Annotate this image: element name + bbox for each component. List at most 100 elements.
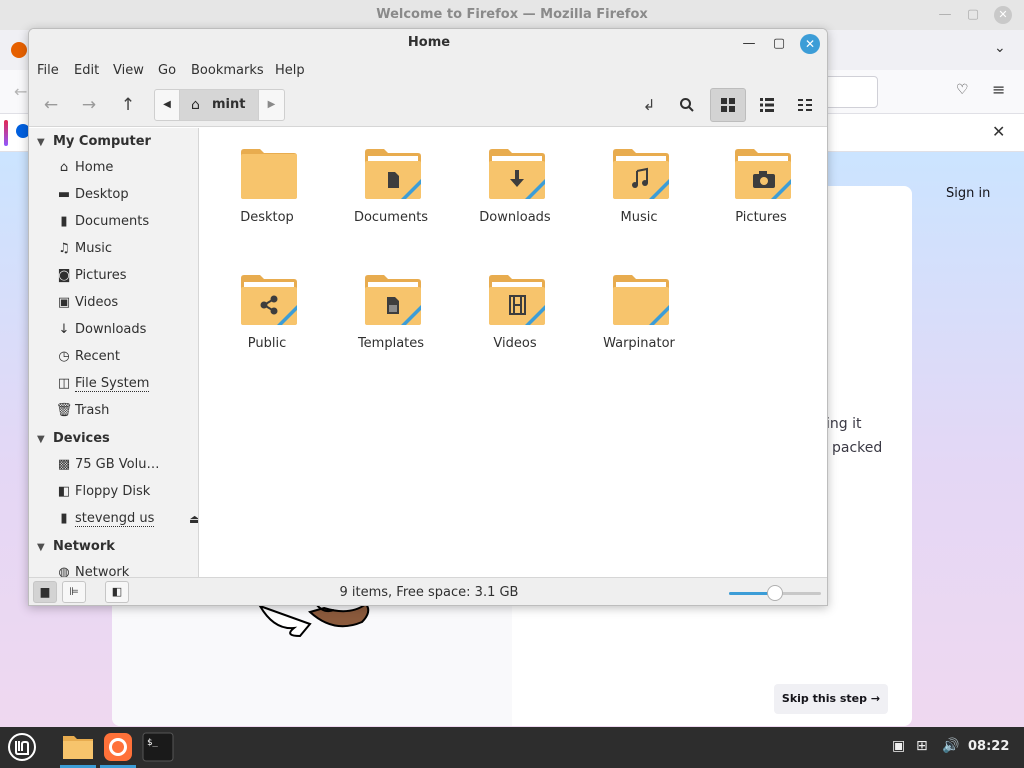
chevron-down-icon[interactable]: ⌄ (994, 40, 1006, 56)
icon-view-icon[interactable] (710, 88, 746, 122)
firefox-minimize-button[interactable]: — (936, 6, 954, 24)
camera-icon: ◙ (57, 268, 71, 283)
menu-edit[interactable]: Edit (74, 63, 99, 78)
breadcrumb-segment-mint[interactable]: ⌂ mint (180, 90, 258, 120)
folder-documents[interactable]: Documents (330, 128, 452, 248)
desktop-icon: ▬ (57, 187, 71, 202)
folder-music[interactable]: Music (578, 128, 700, 248)
sidebar-section-my-computer[interactable]: ▼ My Computer (37, 134, 151, 149)
sidebar-item-floppy-disk[interactable]: ◧ Floppy Disk (53, 480, 198, 504)
volume-icon[interactable]: 🔊 (942, 738, 959, 754)
sidebar-item-recent[interactable]: ◷ Recent (53, 345, 198, 369)
firefox-close-button[interactable]: ✕ (994, 6, 1012, 24)
network-icon[interactable]: ⊞ (916, 738, 928, 754)
folder-label: Pictures (735, 210, 787, 225)
home-icon: ⌂ (191, 97, 200, 113)
sidebar-section-network[interactable]: ▼ Network (37, 539, 115, 554)
chevron-down-icon: ▼ (37, 434, 45, 445)
pocket-icon[interactable]: ♡ (956, 82, 969, 98)
folder-label: Videos (493, 336, 537, 351)
sidebar-item-label: Trash (75, 403, 110, 418)
sidebar-item-label: Recent (75, 349, 120, 364)
sidebar-item-music[interactable]: ♫ Music (53, 237, 198, 261)
folder-desktop[interactable]: Desktop (206, 128, 328, 248)
breadcrumb-scroll-right-icon[interactable]: ▶ (258, 90, 284, 120)
minimize-button[interactable]: — (739, 34, 759, 54)
menu-view[interactable]: View (113, 63, 144, 78)
taskbar-files-app[interactable] (60, 727, 96, 768)
zoom-slider-handle[interactable] (767, 585, 783, 601)
sidebar-item-videos[interactable]: ▣ Videos (53, 291, 198, 315)
folder-public-icon (241, 275, 297, 325)
folder-templates-icon (365, 275, 421, 325)
sidebar-item-file-system[interactable]: ◫ File System (53, 372, 198, 396)
skip-step-button[interactable]: Skip this step → (774, 684, 888, 714)
toggle-sidebar-icon[interactable]: ◧ (105, 581, 129, 603)
eject-icon[interactable]: ⏏ (189, 507, 198, 531)
sidebar-item-label: Desktop (75, 187, 129, 202)
sidebar-item-pictures[interactable]: ◙ Pictures (53, 264, 198, 288)
zoom-slider[interactable] (729, 585, 821, 601)
clock[interactable]: 08:22 (968, 739, 1009, 754)
menu-bookmarks[interactable]: Bookmarks (191, 63, 264, 78)
close-button[interactable]: ✕ (800, 34, 820, 54)
menu-go[interactable]: Go (158, 63, 176, 78)
search-icon[interactable] (671, 89, 703, 121)
list-view-icon[interactable] (751, 89, 783, 121)
folder-videos[interactable]: Videos (454, 254, 576, 374)
folder-warpinator[interactable]: Warpinator (578, 254, 700, 374)
breadcrumb-scroll-left-icon[interactable]: ◀ (155, 90, 180, 120)
sidebar-item-home[interactable]: ⌂ Home (53, 156, 198, 180)
firefox-titlebar: Welcome to Firefox — Mozilla Firefox (0, 0, 1024, 30)
folder-public[interactable]: Public (206, 254, 328, 374)
floppy-icon: ◧ (57, 484, 71, 499)
taskbar-firefox-app[interactable] (100, 727, 136, 768)
folder-label: Public (247, 336, 287, 351)
close-icon[interactable]: ✕ (992, 122, 1005, 141)
sidebar-item-75gb-volume[interactable]: ▩ 75 GB Volu… (53, 453, 198, 477)
maximize-button[interactable]: ▢ (769, 34, 789, 54)
sign-in-link[interactable]: Sign in (946, 186, 990, 201)
sidebar-item-label: Music (75, 241, 112, 256)
file-view: Desktop Documents Downloads Music Pictur… (200, 128, 827, 577)
forward-icon[interactable]: → (73, 89, 105, 121)
sidebar-item-desktop[interactable]: ▬ Desktop (53, 183, 198, 207)
firefox-mascot-illustration (257, 602, 370, 638)
hamburger-menu-icon[interactable]: ≡ (992, 80, 1005, 99)
sidebar-item-usb-drive[interactable]: ▮ stevengd us ⏏ (53, 507, 198, 531)
sidebar-item-documents[interactable]: ▮ Documents (53, 210, 198, 234)
chevron-down-icon: ▼ (37, 137, 45, 148)
folder-pictures[interactable]: Pictures (700, 128, 822, 248)
show-tree-icon[interactable]: ⊫ (62, 581, 86, 603)
toggle-location-icon[interactable]: ↲ (633, 89, 665, 121)
firefox-icon (104, 733, 132, 761)
file-manager-titlebar[interactable]: Home (29, 29, 827, 59)
back-icon[interactable]: ← (35, 89, 67, 121)
folder-templates[interactable]: Templates (330, 254, 452, 374)
sidebar-item-label: Network (75, 565, 130, 577)
sidebar-item-network[interactable]: ◍ Network (53, 561, 198, 577)
documents-icon: ▮ (60, 214, 68, 229)
places-sidebar: ▼ My Computer ⌂ Home ▬ Desktop ▮ Documents ♫… (29, 128, 199, 577)
firefox-maximize-button[interactable]: ▢ (964, 6, 982, 24)
tray-notes-icon[interactable]: ▣ (892, 738, 905, 754)
show-places-icon[interactable]: ▆ (33, 581, 57, 603)
taskbar-terminal-app[interactable]: $_ (140, 727, 176, 768)
folder-downloads[interactable]: Downloads (454, 128, 576, 248)
sidebar-item-trash[interactable]: 🗑 Trash (53, 399, 198, 423)
firefox-tab-icon[interactable] (11, 42, 27, 58)
download-icon: ↓ (58, 322, 70, 337)
folder-icon (613, 275, 669, 325)
menu-file[interactable]: File (37, 63, 59, 78)
back-icon[interactable]: ← (14, 82, 27, 101)
folder-pictures-icon (735, 149, 791, 199)
menu-help[interactable]: Help (275, 63, 305, 78)
up-icon[interactable]: ↑ (112, 89, 144, 121)
mint-menu-button[interactable] (4, 727, 40, 768)
status-text: 9 items, Free space: 3.1 GB (339, 585, 519, 600)
sidebar-item-downloads[interactable]: ↓ Downloads (53, 318, 198, 342)
sidebar-section-devices[interactable]: ▼ Devices (37, 431, 110, 446)
breadcrumb: ◀ ⌂ mint ▶ (154, 89, 285, 121)
compact-view-icon[interactable] (789, 89, 821, 121)
sidebar-item-label: File System (75, 376, 150, 392)
